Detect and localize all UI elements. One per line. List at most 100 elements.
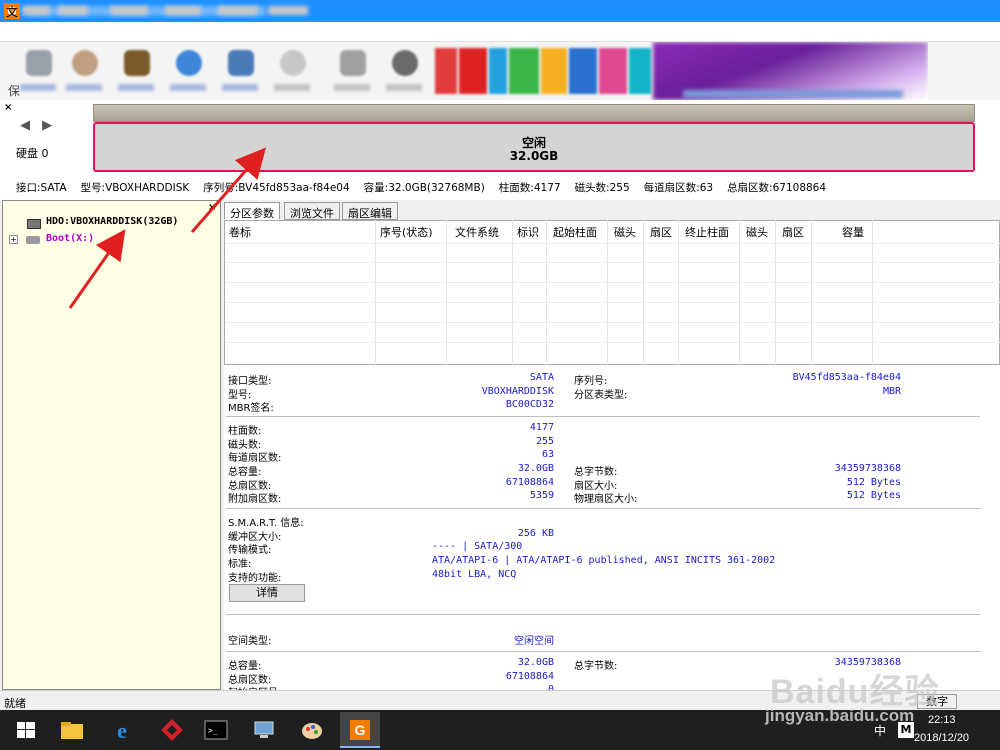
detail-value: 255 [535, 436, 554, 447]
col-header-index[interactable]: 序号(状态) [380, 224, 433, 240]
toolbar-button-delete[interactable] [332, 46, 372, 96]
menu-item-blurred[interactable] [22, 6, 50, 15]
disk-info-total-sectors: 总扇区数:67108864 [727, 182, 827, 194]
col-header-end-head[interactable]: 磁头 [746, 224, 768, 240]
menu-item-blurred[interactable] [165, 6, 201, 15]
disk-tree-panel [2, 200, 221, 690]
free-space-block[interactable]: 空闲 32.0GB [93, 122, 975, 172]
taskbar-diskgenius-button[interactable]: G [340, 712, 380, 748]
col-header-head[interactable]: 磁头 [614, 224, 636, 240]
status-text: 就绪 [4, 697, 26, 710]
menu-item-blurred[interactable] [218, 6, 258, 15]
detail-label: 传输模式: [228, 545, 272, 556]
detail-value: 512 Bytes [846, 490, 901, 501]
menu-file[interactable]: 文 [6, 3, 18, 20]
detail-value: 5359 [529, 490, 554, 501]
detail-value: 67108864 [505, 477, 554, 488]
menu-bar [0, 22, 1000, 42]
detail-value: BC00CD32 [505, 399, 554, 410]
detail-label: 总容量: [228, 467, 262, 478]
detail-value: VBOXHARDDISK [481, 386, 554, 397]
tab-sector-editor[interactable]: 扇区编辑 [342, 202, 398, 220]
tree-item-boot-partition[interactable]: Boot(X:) [46, 233, 94, 244]
detail-label: 标准: [228, 559, 252, 570]
detail-value: 32.0GB [517, 657, 554, 668]
toolbar-button-quick-partition[interactable] [168, 46, 208, 96]
detail-label: 总字节数: [574, 661, 618, 672]
detail-label: 空间类型: [228, 636, 272, 647]
windows-start-icon[interactable] [10, 714, 42, 746]
detail-value: 67108864 [505, 671, 554, 682]
detail-value: ATA/ATAPI-6 | ATA/ATAPI-6 published, ANS… [432, 555, 776, 566]
detail-label: 总容量: [228, 661, 262, 672]
disk-info-serial: 序列号:BV45fd853aa-f84e04 [203, 182, 350, 194]
smart-info-label: S.M.A.R.T. 信息: [228, 518, 304, 529]
detail-label: 每道扇区数: [228, 453, 282, 464]
col-header-id[interactable]: 标识 [517, 224, 539, 240]
diskgenius-icon: G [350, 720, 370, 740]
detail-label: 物理扇区大小: [574, 494, 638, 505]
detail-label: MBR签名: [228, 403, 274, 414]
ad-banner[interactable] [433, 42, 928, 100]
menu-item-blurred[interactable] [268, 6, 308, 15]
disk-info-model: 型号:VBOXHARDDISK [80, 182, 190, 194]
col-header-sector[interactable]: 扇区 [650, 224, 672, 240]
app-red-diamond-icon[interactable] [156, 714, 188, 746]
tab-browse-files[interactable]: 浏览文件 [284, 202, 340, 220]
network-computer-icon[interactable] [248, 714, 280, 746]
hard-disk-icon [27, 219, 41, 229]
free-space-size: 32.0GB [509, 149, 559, 163]
col-header-volume[interactable]: 卷标 [229, 224, 251, 240]
detail-value: 256 KB [517, 528, 554, 539]
internet-explorer-icon[interactable]: e [106, 714, 138, 746]
col-header-end-sector[interactable]: 扇区 [782, 224, 804, 240]
details-button[interactable]: 详情 [229, 584, 305, 602]
disk-info-interface: 接口:SATA [16, 182, 67, 194]
detail-label: 附加扇区数: [228, 494, 282, 505]
detail-value: 512 Bytes [846, 477, 901, 488]
disk-info-line: 接口:SATA 型号:VBOXHARDDISK 序列号:BV45fd853aa-f8… [16, 180, 840, 195]
menu-item-blurred[interactable] [110, 6, 148, 15]
toolbar-button-search[interactable] [64, 46, 104, 96]
partition-table [224, 220, 1000, 365]
tree-item-disk[interactable]: HDO:VBOXHARDDISK(32GB) [46, 216, 178, 227]
tree-close-icon[interactable]: × [208, 202, 216, 213]
disk-info-spt: 每道扇区数:63 [643, 182, 714, 194]
detail-label: 总字节数: [574, 467, 618, 478]
toolbar-button-backup[interactable] [384, 46, 424, 96]
col-header-capacity[interactable]: 容量 [842, 224, 864, 240]
taskbar-clock-time[interactable]: 22:13 [928, 714, 956, 726]
col-header-filesystem[interactable]: 文件系统 [455, 224, 499, 240]
detail-value: 32.0GB [517, 463, 554, 474]
col-header-start-cyl[interactable]: 起始柱面 [553, 224, 597, 240]
taskbar-clock-date[interactable]: 2018/12/20 [914, 732, 969, 744]
detail-value: 34359738368 [834, 463, 901, 474]
disk-details-panel [224, 365, 1000, 690]
toolbar-button-format[interactable] [272, 46, 312, 96]
col-header-end-cyl[interactable]: 终止柱面 [685, 224, 729, 240]
close-icon[interactable]: × [4, 102, 12, 113]
detail-label: 接口类型: [228, 376, 272, 387]
menu-item-blurred[interactable] [58, 6, 88, 15]
partition-icon [26, 236, 40, 244]
detail-value: 空闲空间 [514, 636, 554, 647]
tree-expand-icon[interactable]: + [9, 235, 18, 244]
detail-value: 63 [541, 449, 554, 460]
toolbar-button-recover[interactable] [116, 46, 156, 96]
toolbar-button-save-disk[interactable] [18, 46, 58, 96]
toolbar-button-new-partition[interactable] [220, 46, 260, 96]
disk-info-cylinders: 柱面数:4177 [498, 182, 561, 194]
detail-value: 4177 [529, 422, 554, 433]
svg-text:e: e [117, 718, 127, 743]
disk-capacity-strip [93, 104, 975, 122]
file-explorer-icon[interactable] [56, 714, 88, 746]
baidu-watermark-url: jingyan.baidu.com [765, 706, 915, 725]
detail-label: 序列号: [574, 376, 608, 387]
disk-nav-arrows-icon[interactable]: ◀ ▶ [20, 118, 56, 133]
detail-value: ---- | SATA/300 [432, 541, 523, 552]
detail-label: 柱面数: [228, 426, 262, 437]
detail-label: 分区表类型: [574, 390, 628, 401]
terminal-icon[interactable]: >_ [200, 714, 232, 746]
tab-partition-params[interactable]: 分区参数 [224, 202, 280, 220]
paint-icon[interactable] [296, 714, 328, 746]
